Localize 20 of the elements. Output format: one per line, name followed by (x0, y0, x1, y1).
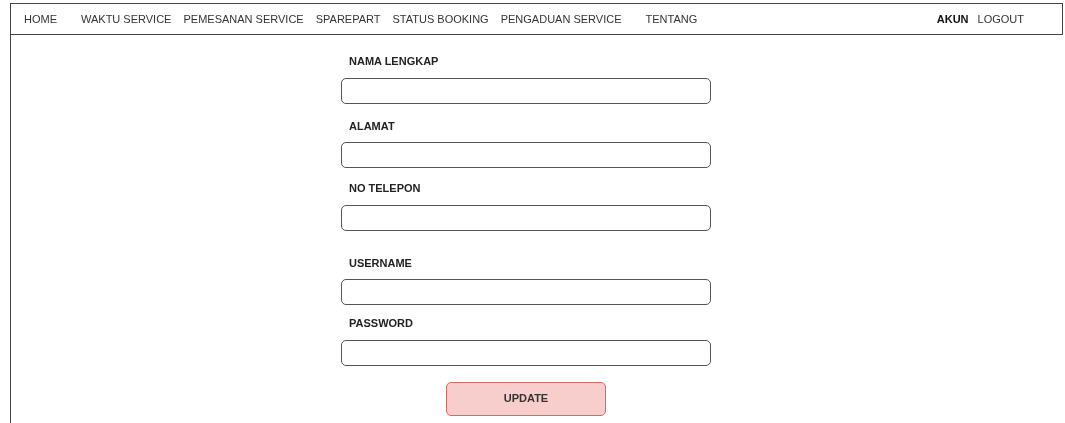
field-label: NAMA LENGKAP (348, 54, 439, 69)
field-label: ALAMAT (348, 118, 395, 134)
nav-link[interactable]: PEMESANAN SERVICE (183, 10, 304, 28)
nav-link[interactable]: PENGADUAN SERVICE (500, 10, 622, 28)
nav-link[interactable]: STATUS BOOKING (392, 10, 489, 28)
update-button[interactable]: UPDATE (446, 381, 606, 416)
field-label: USERNAME (348, 255, 412, 271)
nav-link[interactable]: TENTANG (645, 10, 698, 28)
nav-link[interactable]: AKUN (936, 10, 969, 28)
nav-link[interactable]: LOGOUT (977, 10, 1024, 28)
input-field[interactable] (341, 77, 711, 104)
field-label: PASSWORD (348, 316, 413, 331)
input-field[interactable] (341, 339, 711, 366)
input-field[interactable] (341, 204, 711, 231)
input-field[interactable] (341, 142, 711, 168)
input-field[interactable] (341, 279, 711, 305)
nav-link[interactable]: WAKTU SERVICE (81, 10, 172, 28)
field-label: NO TELEPON (348, 181, 421, 196)
nav-link[interactable]: SPAREPART (315, 10, 381, 28)
nav-link[interactable]: HOME (24, 10, 57, 28)
